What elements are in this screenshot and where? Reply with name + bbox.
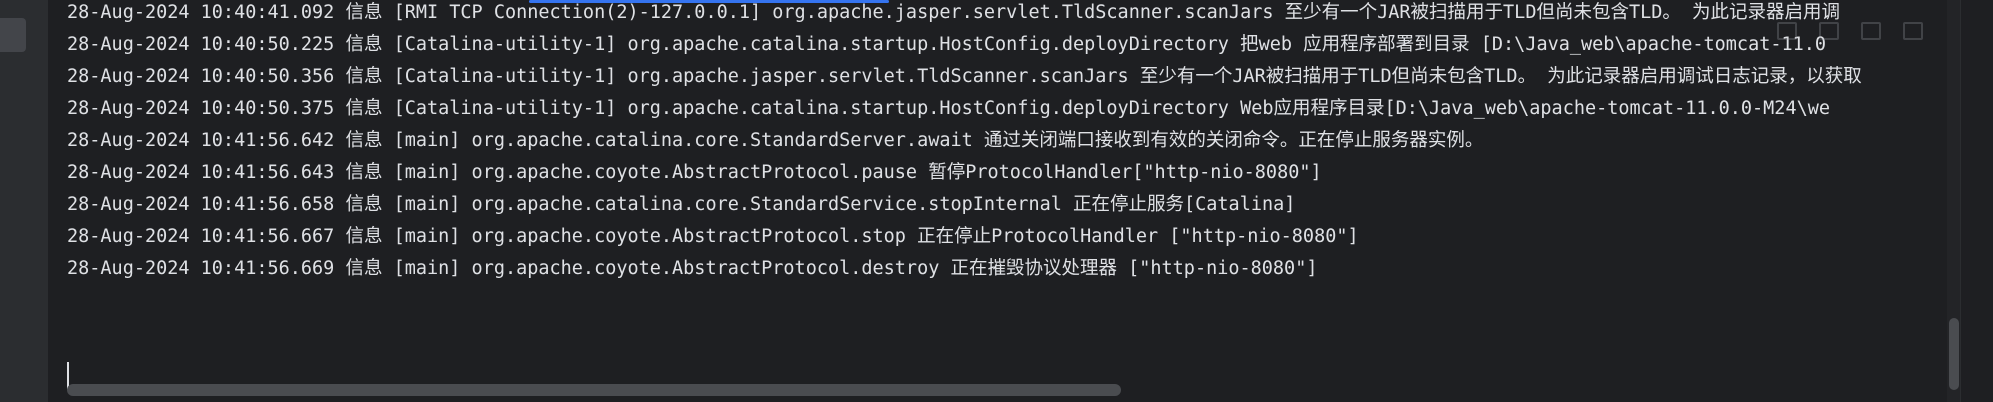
right-tool-strip [1960,0,1993,402]
copy-icon[interactable] [1777,22,1797,40]
wrap-icon[interactable] [1903,22,1923,40]
trash-icon[interactable] [1861,22,1881,40]
vertical-scrollbar-thumb[interactable] [1949,318,1959,390]
tool-window-tab[interactable] [0,18,26,52]
log-line: 28-Aug-2024 10:41:56.669 信息 [main] org.a… [67,258,1318,279]
left-tool-gutter [0,0,49,402]
print-icon[interactable] [1819,22,1839,40]
console-output[interactable]: 28-Aug-2024 10:40:41.092 信息 [RMI TCP Con… [49,0,1993,402]
console-toolbar-faded [1777,22,1923,40]
horizontal-scrollbar[interactable] [67,384,1121,396]
